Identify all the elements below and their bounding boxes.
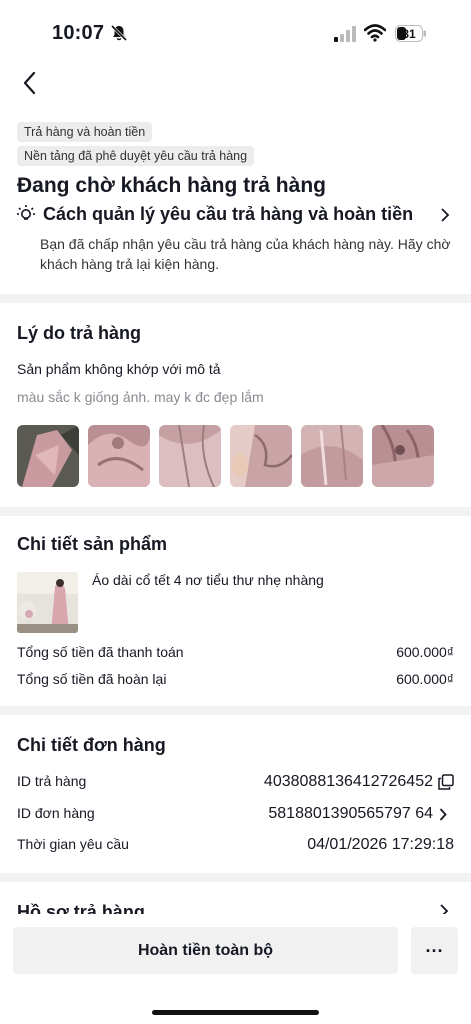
product-section-title: Chi tiết sản phẩm — [17, 534, 168, 554]
lightbulb-icon — [17, 205, 35, 220]
chevron-right-icon[interactable] — [439, 808, 447, 821]
order-id-value[interactable]: 5818801390565797 64 — [268, 805, 433, 823]
bottom-action-bar: Hoàn tiền toàn bộ ··· — [0, 914, 471, 1024]
evidence-photo[interactable] — [159, 425, 221, 487]
total-refunded-value: 600.000₫ — [396, 671, 454, 687]
chevron-left-icon[interactable] — [20, 70, 40, 96]
order-id-label: ID đơn hàng — [17, 805, 95, 821]
status-description: Bạn đã chấp nhận yêu cầu trả hàng của kh… — [40, 236, 451, 272]
evidence-photo[interactable] — [301, 425, 363, 487]
order-detail-card: Chi tiết đơn hàng ID trả hàng 4038088136… — [0, 715, 471, 873]
copy-icon[interactable] — [438, 774, 454, 790]
return-type-chip: Trả hàng và hoàn tiền — [17, 122, 153, 142]
nav-bar — [0, 68, 471, 104]
platform-approval-chip: Nền tảng đã phê duyệt yêu cầu trả hàng — [17, 146, 255, 166]
product-name[interactable]: Áo dài cổ tết 4 nơ tiểu thư nhẹ nhàng — [92, 572, 324, 588]
order-section-title: Chi tiết đơn hàng — [17, 735, 166, 755]
return-id-label: ID trả hàng — [17, 773, 87, 789]
status-title: Đang chờ khách hàng trả hàng — [17, 174, 326, 197]
chevron-right-icon — [441, 208, 450, 222]
battery-icon: 31 — [395, 25, 426, 42]
wifi-icon — [364, 24, 386, 42]
home-indicator — [152, 1010, 319, 1015]
status-time: 10:07 — [52, 22, 105, 44]
evidence-photo[interactable] — [17, 425, 79, 487]
request-time-value: 04/01/2026 17:29:18 — [307, 836, 454, 853]
status-bar: 10:07 31 — [0, 0, 471, 68]
total-refunded-label: Tổng số tiền đã hoàn lại — [17, 671, 167, 687]
return-guide-link[interactable]: Cách quản lý yêu cầu trả hàng và hoàn ti… — [16, 202, 456, 230]
evidence-photo[interactable] — [230, 425, 292, 487]
more-options-button[interactable]: ··· — [411, 927, 458, 974]
return-status-card: Trả hàng và hoàn tiền Nền tảng đã phê du… — [0, 104, 471, 294]
full-refund-button[interactable]: Hoàn tiền toàn bộ — [13, 927, 398, 974]
customer-note: màu sắc k giống ảnh. may k đc đẹp lắm — [17, 389, 264, 405]
bell-mute-icon — [110, 24, 128, 42]
total-paid-label: Tổng số tiền đã thanh toán — [17, 644, 184, 660]
return-reason-card: Lý do trả hàng Sản phẩm không khớp với m… — [0, 303, 471, 507]
cellular-signal-icon — [334, 26, 356, 42]
reason-section-title: Lý do trả hàng — [17, 323, 142, 343]
battery-level: 31 — [402, 27, 416, 41]
total-paid-value: 600.000₫ — [396, 644, 454, 660]
product-thumbnail[interactable] — [17, 572, 78, 633]
return-reason: Sản phẩm không khớp với mô tả — [17, 361, 221, 377]
evidence-photo[interactable] — [372, 425, 434, 487]
evidence-photo[interactable] — [88, 425, 150, 487]
request-time-label: Thời gian yêu cầu — [17, 836, 129, 852]
product-detail-card: Chi tiết sản phẩm Áo dài cổ tết 4 nơ tiể… — [0, 516, 471, 706]
guide-label: Cách quản lý yêu cầu trả hàng và hoàn ti… — [43, 204, 414, 224]
return-id-value: 4038088136412726452 — [263, 773, 433, 790]
